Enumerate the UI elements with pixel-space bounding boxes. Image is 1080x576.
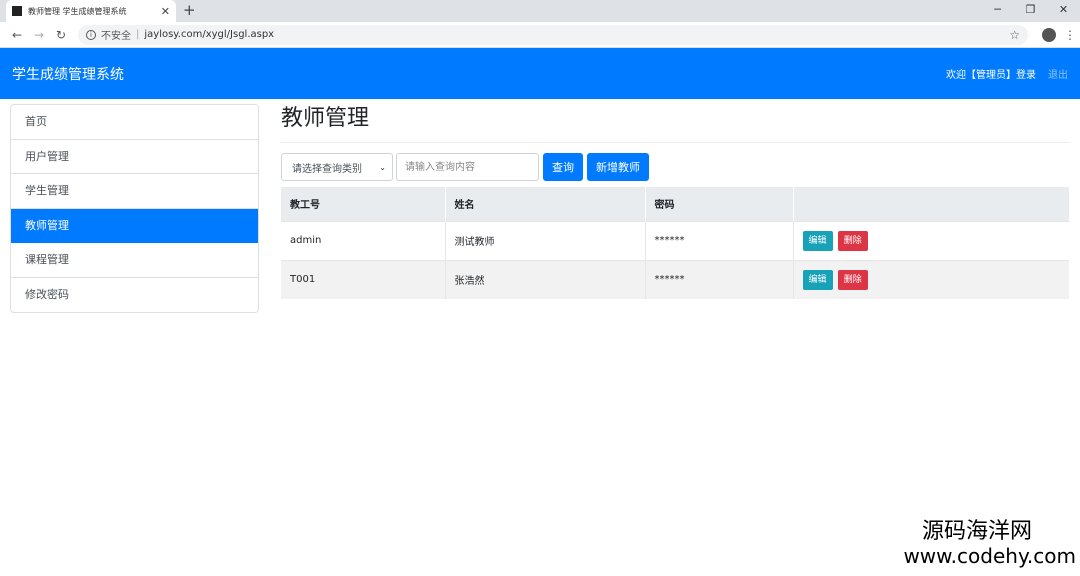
cell-teacher-name: 测试教师 — [445, 220, 646, 260]
col-header-password: 密码 — [645, 187, 794, 221]
teacher-table: 教工号 姓名 密码 admin 测试教师 ****** 编辑 删除 T001 张… — [281, 187, 1069, 299]
table-header-row: 教工号 姓名 密码 — [281, 187, 1069, 221]
add-teacher-button[interactable]: 新增教师 — [587, 153, 649, 181]
watermark: 源码海洋网 www.codehy.com — [903, 519, 1076, 569]
col-header-actions — [793, 187, 1069, 221]
arrow-left-icon[interactable]: ← — [6, 28, 28, 42]
minimize-icon[interactable]: ─ — [981, 0, 1014, 22]
search-toolbar: 请选择查询类别 ⌄ 查询 新增教师 — [281, 153, 1070, 181]
reload-icon[interactable]: ↻ — [50, 28, 72, 42]
search-input[interactable] — [396, 153, 539, 181]
url-text[interactable]: jaylosy.com/xygl/Jsgl.aspx — [144, 29, 1009, 40]
arrow-right-icon[interactable]: → — [28, 28, 50, 42]
table-row: admin 测试教师 ****** 编辑 删除 — [281, 220, 1069, 260]
browser-tab-strip: 教师管理 学生成绩管理系统 ✕ + ─ ❐ ✕ — [0, 0, 1080, 22]
chevron-down-icon: ⌄ — [379, 162, 386, 172]
cell-teacher-id: T001 — [281, 259, 446, 299]
select-value: 请选择查询类别 — [292, 163, 362, 175]
cell-teacher-id: admin — [281, 220, 446, 260]
content-area: 教师管理 请选择查询类别 ⌄ 查询 新增教师 教工号 姓名 密码 — [281, 104, 1070, 313]
query-category-select[interactable]: 请选择查询类别 ⌄ — [281, 153, 393, 181]
watermark-name: 源码海洋网 — [921, 519, 1032, 544]
query-button[interactable]: 查询 — [543, 153, 583, 181]
more-vert-icon[interactable]: ⋮ — [1064, 28, 1076, 42]
brand-title[interactable]: 学生成绩管理系统 — [12, 64, 124, 84]
tab-title: 教师管理 学生成绩管理系统 — [28, 6, 127, 16]
omnibox[interactable]: i 不安全 | jaylosy.com/xygl/Jsgl.aspx ☆ — [78, 24, 1028, 45]
sidebar-item-home[interactable]: 首页 — [11, 105, 258, 140]
insecure-label: 不安全 — [101, 31, 131, 42]
welcome-text: 欢迎【管理员】登录 — [946, 70, 1036, 81]
app-navbar: 学生成绩管理系统 欢迎【管理员】登录 退出 — [0, 48, 1080, 99]
info-icon[interactable]: i — [86, 29, 96, 40]
delete-button[interactable]: 删除 — [837, 230, 868, 251]
cell-password: ****** — [645, 259, 794, 299]
sidebar-item-students[interactable]: 学生管理 — [11, 174, 258, 209]
cell-actions: 编辑 删除 — [793, 259, 1069, 299]
window-close-icon[interactable]: ✕ — [1047, 0, 1080, 22]
account-icon[interactable] — [1042, 27, 1056, 42]
main-layout: 首页 用户管理 学生管理 教师管理 课程管理 修改密码 教师管理 请选择查询类别… — [0, 99, 1080, 313]
delete-button[interactable]: 删除 — [837, 269, 868, 290]
new-tab-icon[interactable]: + — [183, 1, 196, 19]
edit-button[interactable]: 编辑 — [802, 230, 833, 251]
cell-password: ****** — [645, 220, 794, 260]
omnibox-separator: | — [136, 29, 140, 40]
sidebar-item-change-password[interactable]: 修改密码 — [11, 277, 258, 312]
tab-close-icon[interactable]: ✕ — [161, 5, 170, 18]
navbar-user-area: 欢迎【管理员】登录 退出 — [946, 66, 1068, 81]
favicon-icon — [12, 6, 22, 16]
cell-actions: 编辑 删除 — [793, 220, 1069, 260]
sidebar-item-teachers[interactable]: 教师管理 — [11, 208, 258, 243]
sidebar-item-users[interactable]: 用户管理 — [11, 139, 258, 174]
watermark-url: www.codehy.com — [903, 544, 1076, 568]
title-divider — [281, 142, 1070, 143]
star-icon[interactable]: ☆ — [1009, 28, 1020, 42]
sidebar-item-courses[interactable]: 课程管理 — [11, 243, 258, 278]
cell-teacher-name: 张浩然 — [445, 259, 646, 299]
col-header-name: 姓名 — [445, 187, 646, 221]
window-controls: ─ ❐ ✕ — [981, 0, 1080, 22]
edit-button[interactable]: 编辑 — [802, 269, 833, 290]
restore-icon[interactable]: ❐ — [1014, 0, 1047, 22]
col-header-id: 教工号 — [281, 187, 446, 221]
browser-tab[interactable]: 教师管理 学生成绩管理系统 ✕ — [6, 0, 176, 22]
table-row: T001 张浩然 ****** 编辑 删除 — [281, 259, 1069, 299]
address-bar: ← → ↻ i 不安全 | jaylosy.com/xygl/Jsgl.aspx… — [0, 22, 1080, 48]
sidebar: 首页 用户管理 学生管理 教师管理 课程管理 修改密码 — [10, 104, 259, 313]
logout-link[interactable]: 退出 — [1048, 66, 1068, 81]
page-title: 教师管理 — [281, 106, 370, 131]
